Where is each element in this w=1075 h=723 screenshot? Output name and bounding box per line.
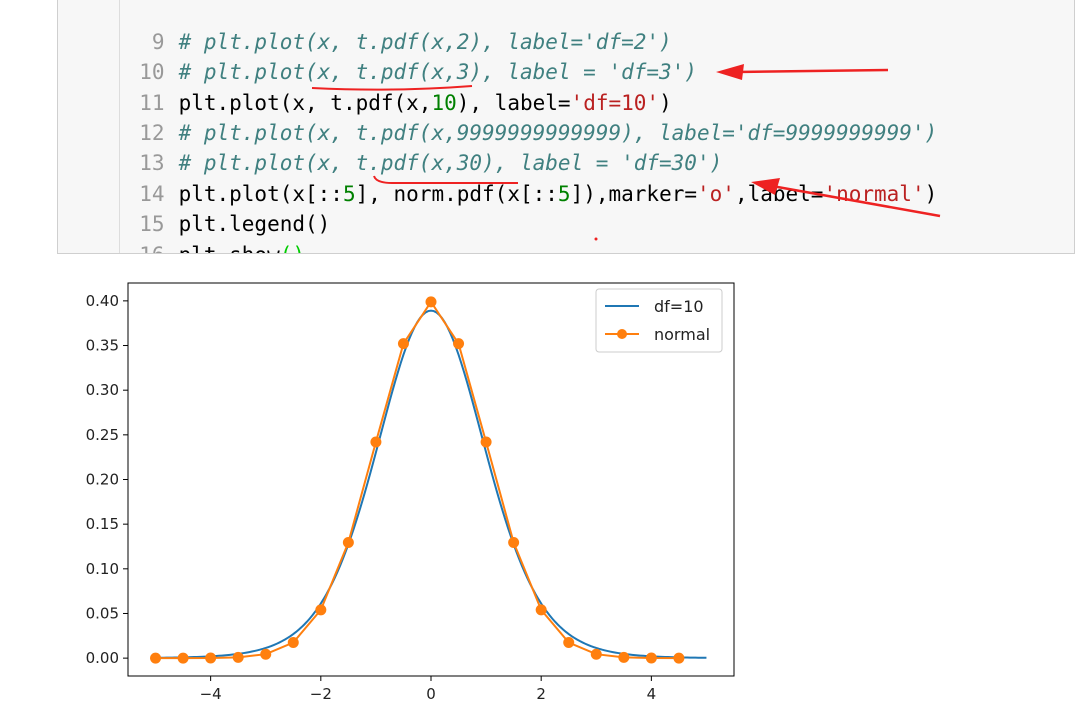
code-token: ) <box>924 182 938 206</box>
data-point-normal <box>618 651 630 663</box>
data-point-normal <box>205 652 217 664</box>
code-number: 5 <box>342 182 356 206</box>
legend-marker-normal <box>617 329 627 339</box>
legend-label-df10: df=10 <box>654 297 704 316</box>
code-token: ], norm.pdf(x[:: <box>355 182 558 206</box>
y-tick-label: 0.25 <box>86 426 119 444</box>
data-point-normal <box>370 436 382 448</box>
y-tick-label: 0.20 <box>86 471 119 489</box>
data-point-normal <box>425 296 437 308</box>
plot-output: 0.00 0.05 0.10 0.15 0.20 0.25 0.30 0.35 0.40 −4 −2… <box>60 262 760 719</box>
code-number: 5 <box>557 182 571 206</box>
code-string: 'normal' <box>823 182 925 206</box>
data-point-normal <box>480 436 492 448</box>
data-point-normal <box>232 651 244 663</box>
data-point-normal <box>287 637 299 649</box>
data-point-normal <box>342 536 354 548</box>
data-point-normal <box>590 648 602 660</box>
code-line-9[interactable]: 9 # plt.plot(x, t.pdf(x,2), label='df=2') <box>58 0 672 54</box>
code-cell[interactable]: 9 # plt.plot(x, t.pdf(x,2), label='df=2')… <box>57 0 1075 254</box>
data-point-normal <box>260 648 272 660</box>
x-tick-label: 2 <box>536 685 546 703</box>
legend-label-normal: normal <box>654 325 710 344</box>
y-tick-label: 0.15 <box>86 515 119 533</box>
code-token: ]),marker= <box>570 182 697 206</box>
y-tick-label: 0.40 <box>86 292 119 310</box>
code-token: () <box>280 243 305 253</box>
code-string: 'o' <box>697 182 735 206</box>
code-line-13[interactable]: 13 # plt.plot(x, t.pdf(x,30), label = 'df… <box>58 118 722 175</box>
x-tick-label: 0 <box>426 685 436 703</box>
data-point-normal <box>535 604 547 616</box>
code-token: ,label= <box>734 182 824 206</box>
data-point-normal <box>673 652 685 664</box>
data-point-normal <box>508 536 520 548</box>
code-line-10[interactable]: 10 # plt.plot(x, t.pdf(x,3), label = 'df=… <box>58 27 697 84</box>
data-point-normal <box>645 652 657 664</box>
data-point-normal <box>177 652 189 664</box>
code-token: plt.show <box>179 243 280 253</box>
data-point-normal <box>150 652 162 664</box>
y-tick-label: 0.00 <box>86 649 119 667</box>
x-tick-label: 4 <box>647 685 657 703</box>
data-point-normal <box>453 338 465 350</box>
data-point-normal <box>315 604 327 616</box>
line-number: 16 <box>109 240 179 253</box>
line-chart: 0.00 0.05 0.10 0.15 0.20 0.25 0.30 0.35 0.40 −4 −2… <box>86 282 735 703</box>
code-line-14[interactable]: 14 plt.plot(x[::5], norm.pdf(x[::5]),mark… <box>58 149 937 206</box>
legend: df=10 normal <box>595 288 723 353</box>
code-line-16[interactable]: 16plt.show() <box>58 210 305 253</box>
y-tick-label: 0.35 <box>86 337 119 355</box>
y-tick-label: 0.10 <box>86 560 119 578</box>
data-point-normal <box>397 338 409 350</box>
y-tick-label: 0.30 <box>86 381 119 399</box>
x-tick-label: −2 <box>310 685 332 703</box>
x-tick-label: −4 <box>200 685 222 703</box>
y-tick-label: 0.05 <box>86 604 119 622</box>
data-point-normal <box>563 637 575 649</box>
code-line-11[interactable]: 11 plt.plot(x, t.pdf(x,10), label='df=10'… <box>58 58 671 115</box>
code-line-12[interactable]: 12 # plt.plot(x, t.pdf(x,9999999999999), … <box>58 88 937 145</box>
code-line-15[interactable]: 15 plt.legend() <box>58 179 330 236</box>
